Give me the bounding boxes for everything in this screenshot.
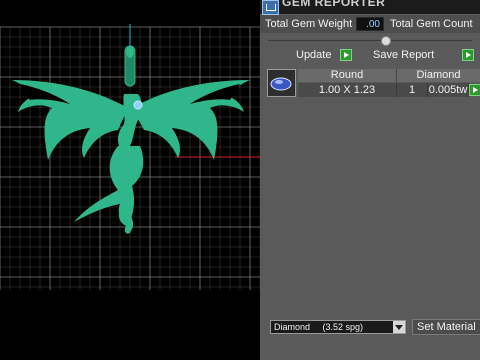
gem-reporter-icon <box>262 0 279 15</box>
total-gem-weight-value: .00 <box>356 17 384 31</box>
table-header-material[interactable]: Diamond <box>397 69 480 82</box>
panel-title-bar: GEM REPORTER <box>260 0 480 15</box>
slider-track <box>268 40 472 41</box>
dragon-silhouette <box>12 80 250 234</box>
save-report-button[interactable]: Save Report <box>373 48 434 62</box>
3d-viewport[interactable] <box>0 0 260 360</box>
green-play-arrow-icon[interactable] <box>462 49 474 61</box>
round-diamond-icon <box>270 77 292 91</box>
cell-weight: 0.005tw <box>428 83 469 97</box>
material-select-value: Diamond (3.52 spg) <box>274 322 364 332</box>
gem-table: Round Diamond 1.00 X 1.23 1 0.005tw <box>266 69 480 99</box>
save-report-label: Save Report <box>373 49 435 61</box>
update-label: Update <box>296 49 332 61</box>
slider-thumb[interactable] <box>381 36 391 46</box>
total-gem-count-label: Total Gem Count <box>390 18 473 30</box>
chevron-down-icon[interactable] <box>393 321 405 333</box>
dragon-pendant-model[interactable] <box>0 0 260 360</box>
set-material-label: Set Material <box>417 321 476 333</box>
cell-count: 1 <box>397 83 428 97</box>
table-header-shape[interactable]: Round <box>298 69 397 82</box>
panel-title: GEM REPORTER <box>282 0 386 9</box>
center-gem <box>133 100 143 110</box>
gem-reporter-panel: GEM REPORTER Total Gem Weight .00 Total … <box>260 0 480 360</box>
material-select[interactable]: Diamond (3.52 spg) <box>270 320 406 334</box>
total-gem-weight-label: Total Gem Weight <box>265 18 353 30</box>
totals-strip: Total Gem Weight .00 Total Gem Count <box>260 15 480 33</box>
set-material-button[interactable]: Set Material <box>412 319 480 335</box>
pendant-bail <box>124 45 136 87</box>
cell-size: 1.00 X 1.23 <box>298 83 397 97</box>
green-play-arrow-icon[interactable] <box>469 84 480 96</box>
update-button[interactable]: Update <box>296 48 331 62</box>
gem-thumbnail[interactable] <box>267 69 296 97</box>
green-play-arrow-icon[interactable] <box>340 49 352 61</box>
